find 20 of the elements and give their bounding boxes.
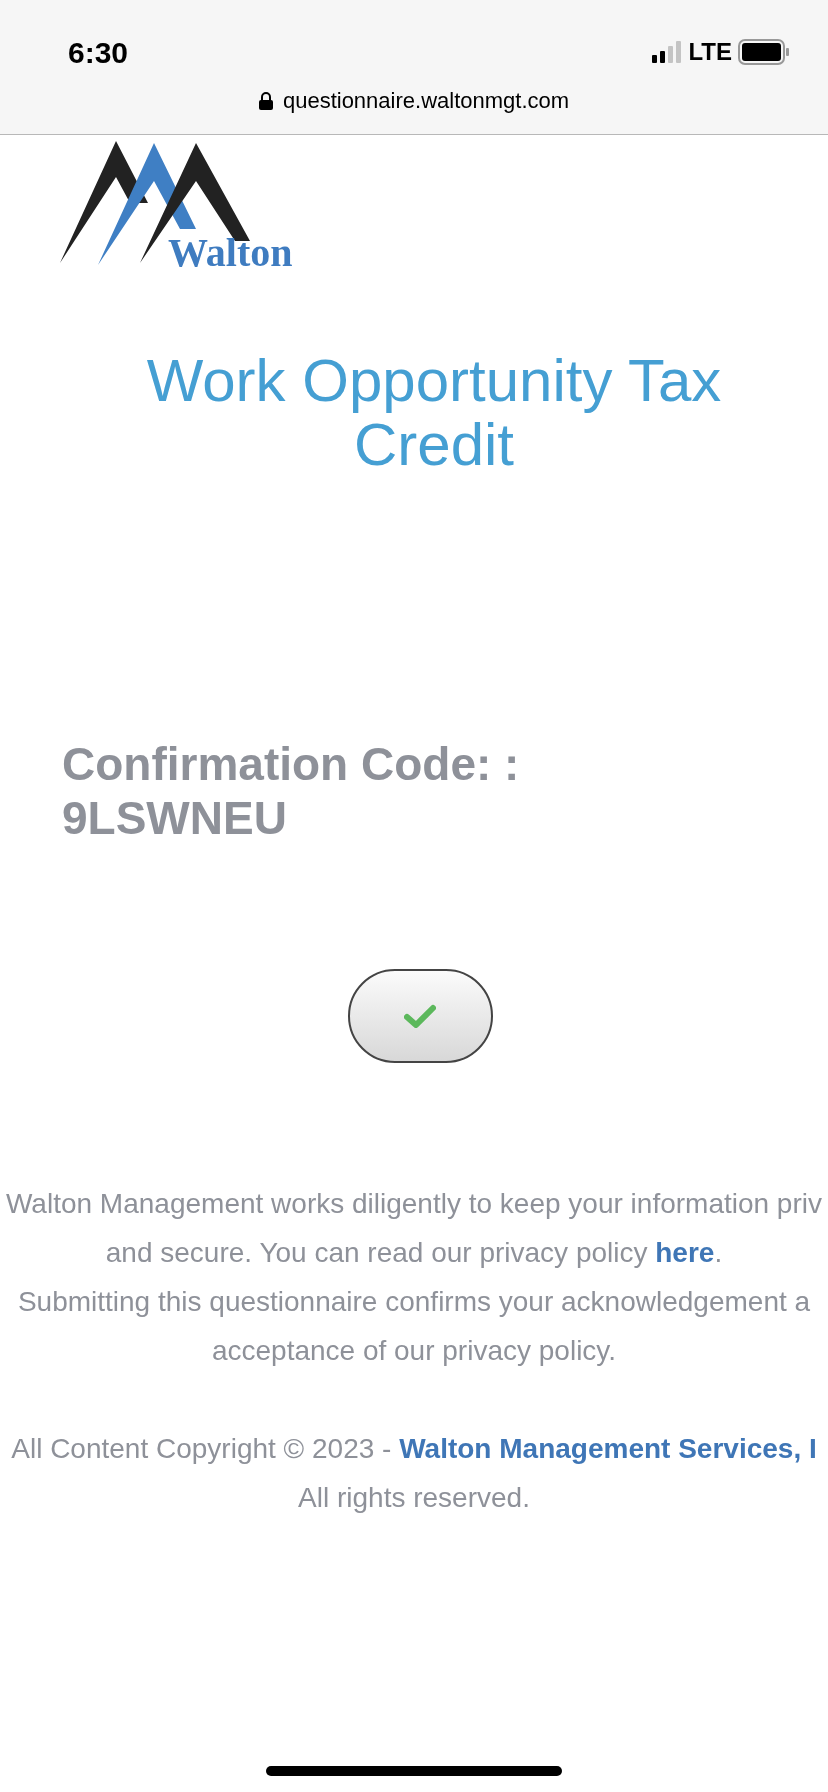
page-title: Work Opportunity Tax Credit [145,349,723,477]
battery-icon [738,39,790,65]
copyright-text: All Content Copyright © 2023 - [11,1432,393,1466]
confirmation-label: Confirmation Code: : [62,737,521,791]
check-icon [404,1004,436,1028]
lock-icon [258,91,273,110]
status-time: 6:30 [68,34,129,71]
period-text: . [714,1236,723,1270]
company-link[interactable]: Walton Management Services, I [399,1424,817,1473]
confirmation-code: 9LSWNEU [62,791,288,845]
privacy-text: and secure. You can read our privacy policy [105,1236,649,1270]
signal-icon [652,41,683,63]
rights-text: All rights reserved. [298,1481,530,1515]
logo-text: Walton [168,233,293,273]
privacy-link[interactable]: here [655,1228,715,1277]
network-label: LTE [688,37,732,67]
url-text[interactable]: questionnaire.waltonmgt.com [282,84,570,117]
privacy-text: acceptance of our privacy policy. [211,1334,617,1368]
privacy-text: Submitting this questionnaire confirms your acknowledgement a [17,1285,811,1319]
privacy-text: Walton Management works diligently to keep your information priv [6,1187,822,1221]
